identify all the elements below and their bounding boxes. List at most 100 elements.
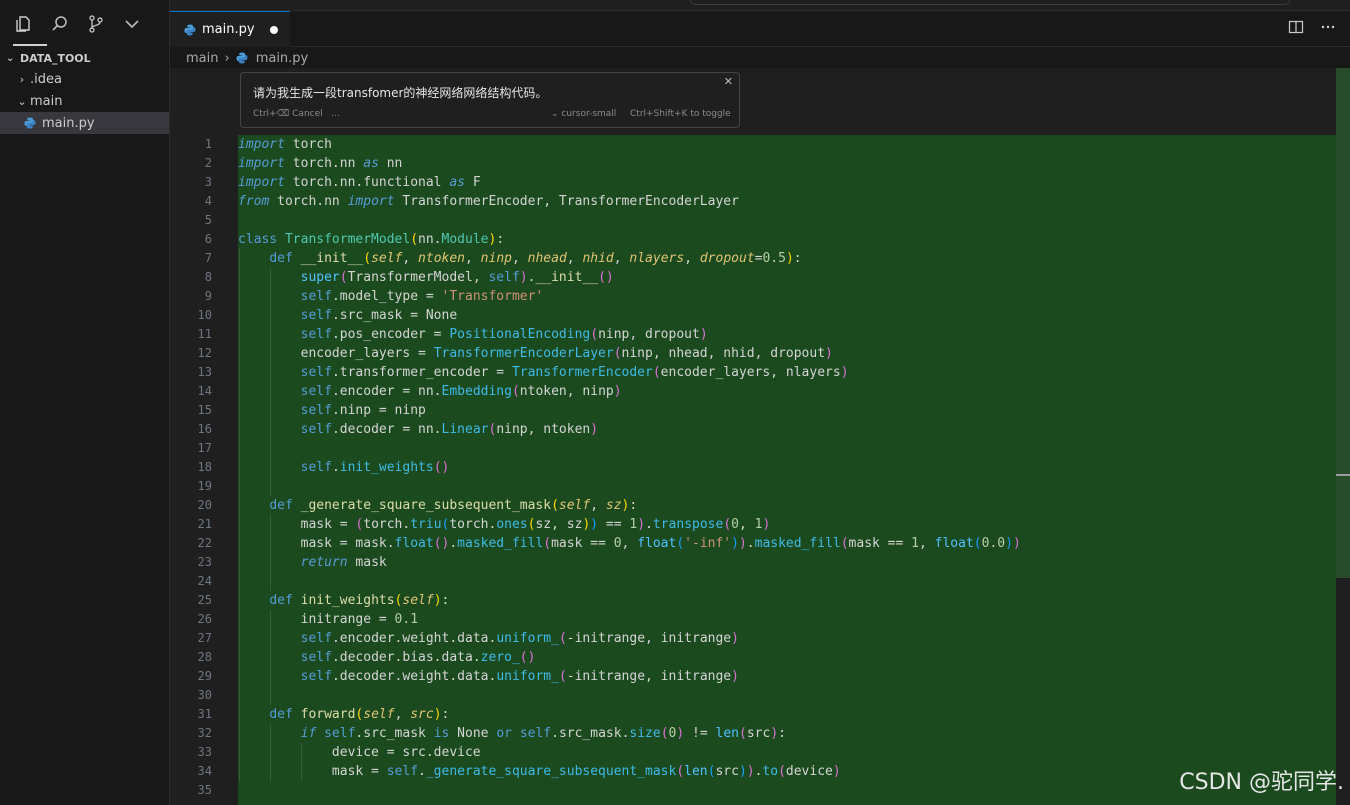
code-line[interactable]: self.init_weights() [238, 458, 1021, 477]
code-line[interactable]: self.model_type = 'Transformer' [238, 287, 1021, 306]
code-line[interactable]: initrange = 0.1 [238, 610, 1021, 629]
tree-item-main-py[interactable]: main.py [0, 112, 169, 134]
line-number: 32 [197, 726, 212, 740]
indent-guide [238, 268, 240, 287]
command-center[interactable] [690, 0, 1290, 5]
watermark: CSDN @驼同学. [1179, 770, 1344, 795]
line-number: 33 [197, 745, 212, 759]
line-number: 26 [197, 612, 212, 626]
breadcrumb: main › main.py [186, 48, 308, 68]
code-line[interactable] [238, 572, 1021, 591]
code-line[interactable]: self.encoder.weight.data.uniform_(-initr… [238, 629, 1021, 648]
indent-guide [238, 363, 240, 382]
code-line[interactable] [238, 477, 1021, 496]
code-line[interactable]: encoder_layers = TransformerEncoderLayer… [238, 344, 1021, 363]
code-line[interactable]: mask = mask.float().masked_fill(mask == … [238, 534, 1021, 553]
code-line[interactable]: def forward(self, src): [238, 705, 1021, 724]
line-number: 21 [197, 517, 212, 531]
line-number: 13 [197, 365, 212, 379]
tree-item-idea[interactable]: › .idea [0, 68, 169, 90]
line-number: 3 [204, 175, 212, 189]
code-line[interactable] [238, 686, 1021, 705]
code-line[interactable]: if self.src_mask is None or self.src_mas… [238, 724, 1021, 743]
code-line[interactable]: self.src_mask = None [238, 306, 1021, 325]
indent-guide [238, 496, 240, 515]
code-lines[interactable]: import torch import torch.nn as nn import … [238, 135, 1021, 800]
code-line[interactable]: class TransformerModel(nn.Module): [238, 230, 1021, 249]
code-line[interactable]: self.decoder = nn.Linear(ninp, ntoken) [238, 420, 1021, 439]
unsaved-dot-icon[interactable] [270, 26, 278, 34]
split-editor-icon[interactable] [1288, 19, 1304, 35]
python-file-icon [184, 24, 196, 35]
line-number: 2 [204, 156, 212, 170]
code-line[interactable]: self.ninp = ninp [238, 401, 1021, 420]
inline-prompt-widget[interactable]: 请为我生成一段transfomer的神经网络网络结构代码。 ✕ Ctrl+⌫ C… [240, 72, 740, 128]
indent-guide [238, 325, 240, 344]
tree-item-main[interactable]: ⌄ main [0, 90, 169, 112]
code-line[interactable]: self.transformer_encoder = TransformerEn… [238, 363, 1021, 382]
close-icon[interactable]: ✕ [724, 75, 733, 88]
code-line[interactable]: mask = (torch.triu(torch.ones(sz, sz)) =… [238, 515, 1021, 534]
source-control-icon[interactable] [82, 8, 110, 40]
indent-guide [269, 515, 271, 534]
model-selector[interactable]: ⌄ cursor-small [551, 109, 616, 119]
indent-guide [238, 439, 240, 458]
line-number: 28 [197, 650, 212, 664]
code-line[interactable]: device = src.device [238, 743, 1021, 762]
line-number: 6 [204, 232, 212, 246]
code-line[interactable] [238, 781, 1021, 800]
line-number: 31 [197, 707, 212, 721]
line-number: 27 [197, 631, 212, 645]
editor[interactable]: 1 2 3 4 5 6 7 8 9 10 11 12 13 14 15 16 1… [170, 68, 1350, 805]
code-line[interactable]: from torch.nn import TransformerEncoder,… [238, 192, 1021, 211]
toggle-hint: Ctrl+Shift+K to toggle [630, 109, 731, 119]
indent-guide [238, 667, 240, 686]
indent-guide [238, 629, 240, 648]
indent-guide [269, 306, 271, 325]
code-line[interactable]: def init_weights(self): [238, 591, 1021, 610]
more-options[interactable]: ... [331, 109, 340, 119]
line-number: 20 [197, 498, 212, 512]
scrollbar-marker [1336, 474, 1350, 476]
indent-guide [269, 534, 271, 553]
cancel-shortcut: Ctrl+⌫ Cancel [253, 109, 323, 119]
indent-guide [269, 325, 271, 344]
code-line[interactable]: super(TransformerModel, self).__init__() [238, 268, 1021, 287]
explorer-icon[interactable] [10, 8, 38, 40]
indent-guide [269, 363, 271, 382]
prompt-text[interactable]: 请为我生成一段transfomer的神经网络网络结构代码。 [253, 84, 547, 101]
code-line[interactable]: self.encoder = nn.Embedding(ntoken, ninp… [238, 382, 1021, 401]
code-line[interactable]: import torch.nn as nn [238, 154, 1021, 173]
code-line[interactable]: def _generate_square_subsequent_mask(sel… [238, 496, 1021, 515]
line-number: 10 [197, 308, 212, 322]
code-line[interactable]: self.decoder.weight.data.uniform_(-initr… [238, 667, 1021, 686]
indent-guide [269, 344, 271, 363]
scrollbar-thumb[interactable] [1336, 68, 1350, 578]
indent-guide [238, 743, 240, 762]
indent-guide [269, 287, 271, 306]
code-line[interactable]: import torch.nn.functional as F [238, 173, 1021, 192]
chevron-down-icon[interactable] [118, 8, 146, 40]
more-actions-icon[interactable] [1320, 19, 1336, 35]
breadcrumb-file[interactable]: main.py [256, 51, 309, 66]
indent-guide [269, 420, 271, 439]
explorer-section-header[interactable]: ⌄ DATA_TOOL [0, 48, 169, 68]
indent-guide [238, 515, 240, 534]
tab-main-py[interactable]: main.py [170, 11, 290, 47]
indent-guide [238, 686, 240, 705]
breadcrumb-folder[interactable]: main [186, 51, 218, 66]
code-line[interactable] [238, 439, 1021, 458]
code-line[interactable]: return mask [238, 553, 1021, 572]
code-line[interactable]: self.pos_encoder = PositionalEncoding(ni… [238, 325, 1021, 344]
code-line[interactable]: def __init__(self, ntoken, ninp, nhead, … [238, 249, 1021, 268]
code-line[interactable]: import torch [238, 135, 1021, 154]
cancel-hint[interactable]: Ctrl+⌫ Cancel ... [253, 109, 340, 119]
search-icon[interactable] [46, 8, 74, 40]
code-line[interactable]: mask = self._generate_square_subsequent_… [238, 762, 1021, 781]
code-line[interactable]: self.decoder.bias.data.zero_() [238, 648, 1021, 667]
python-file-icon [236, 52, 248, 64]
chevron-right-icon: › [19, 72, 25, 86]
code-line[interactable] [238, 211, 1021, 230]
indent-guide [238, 382, 240, 401]
indent-guide [269, 629, 271, 648]
